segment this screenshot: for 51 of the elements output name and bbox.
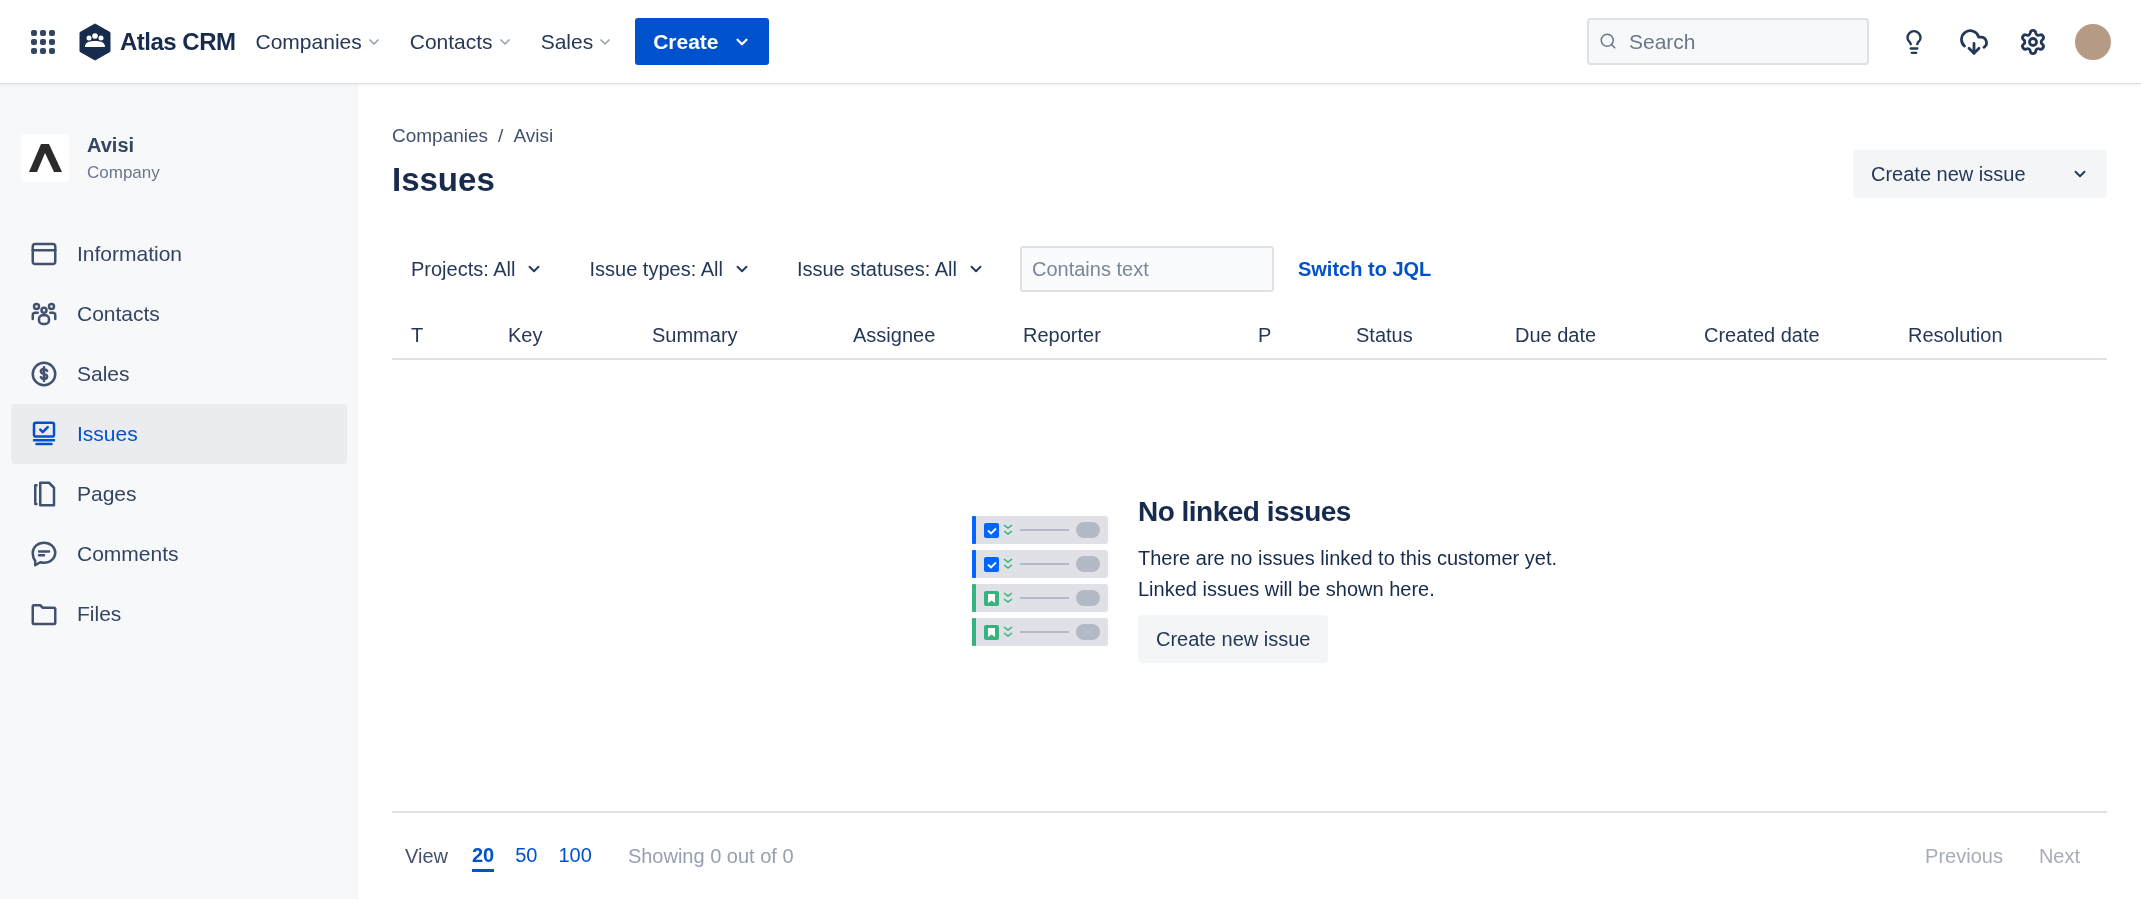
column-header[interactable]: Status bbox=[1356, 320, 1515, 350]
page-title: Issues bbox=[392, 159, 496, 200]
breadcrumb-link[interactable]: Companies bbox=[392, 122, 489, 151]
sidebar-item[interactable]: Contacts bbox=[11, 283, 347, 344]
avatar[interactable] bbox=[2075, 23, 2111, 60]
nav-menu[interactable]: Companies bbox=[255, 25, 382, 58]
breadcrumb-link[interactable]: Avisi bbox=[513, 122, 554, 151]
text-filter-field[interactable]: Contains text bbox=[1019, 246, 1274, 292]
nav-menu[interactable]: Sales bbox=[540, 25, 614, 58]
filter-dropdown[interactable]: Issue types: All bbox=[570, 247, 770, 291]
page-size-option[interactable]: 20 bbox=[472, 839, 495, 872]
page-size-option[interactable]: 50 bbox=[515, 839, 538, 872]
company-name: Avisi bbox=[87, 133, 136, 158]
column-header[interactable]: Key bbox=[508, 320, 652, 350]
cloud-download-icon[interactable] bbox=[1959, 26, 1989, 57]
create-button[interactable]: Create bbox=[635, 18, 769, 65]
peak-logo-icon bbox=[28, 143, 62, 172]
results-summary: Showing 0 out of 0 bbox=[627, 843, 794, 869]
filter-dropdown[interactable]: Projects: All bbox=[392, 247, 563, 291]
app-logo-text[interactable]: Atlas CRM bbox=[120, 23, 236, 60]
view-label: View bbox=[405, 843, 448, 869]
breadcrumb-separator: / bbox=[498, 124, 504, 148]
column-header[interactable]: Due date bbox=[1515, 320, 1704, 350]
sidebar-item[interactable]: Files bbox=[11, 583, 347, 644]
sidebar-item[interactable]: Sales bbox=[11, 343, 347, 404]
page-size-option[interactable]: 100 bbox=[558, 839, 592, 872]
filter-dropdown[interactable]: Issue statuses: All bbox=[777, 247, 1004, 291]
column-header[interactable]: Resolution bbox=[1908, 320, 2107, 350]
empty-state-title: No linked issues bbox=[1137, 494, 1351, 529]
create-issue-button[interactable]: Create new issue bbox=[1137, 614, 1329, 663]
search-field[interactable]: Search bbox=[1587, 18, 1869, 65]
sidebar-item[interactable]: Comments bbox=[11, 523, 347, 584]
sidebar-item[interactable]: Issues bbox=[11, 403, 347, 464]
settings-icon[interactable] bbox=[2019, 27, 2047, 56]
search-icon bbox=[1599, 32, 1617, 50]
create-issue-dropdown[interactable]: Create new issue bbox=[1853, 150, 2107, 198]
nav-menu[interactable]: Contacts bbox=[409, 25, 513, 58]
column-header[interactable]: Created date bbox=[1704, 320, 1908, 350]
column-header[interactable]: T bbox=[411, 320, 508, 350]
column-header[interactable]: Reporter bbox=[1023, 320, 1258, 350]
switch-jql-link[interactable]: Switch to JQL bbox=[1297, 254, 1432, 284]
company-type: Company bbox=[87, 162, 160, 184]
column-header[interactable]: Summary bbox=[652, 320, 853, 350]
empty-state-text: There are no issues linked to this customer yet. bbox=[1137, 545, 1558, 571]
sidebar-item[interactable]: Information bbox=[11, 223, 347, 284]
empty-state-text: Linked issues will be shown here. bbox=[1137, 576, 1436, 602]
logo-icon bbox=[78, 22, 112, 61]
column-header[interactable]: P bbox=[1258, 320, 1356, 350]
sidebar-item[interactable]: Pages bbox=[11, 463, 347, 524]
column-header[interactable]: Assignee bbox=[853, 320, 1023, 350]
app-grid-icon[interactable] bbox=[30, 28, 56, 55]
